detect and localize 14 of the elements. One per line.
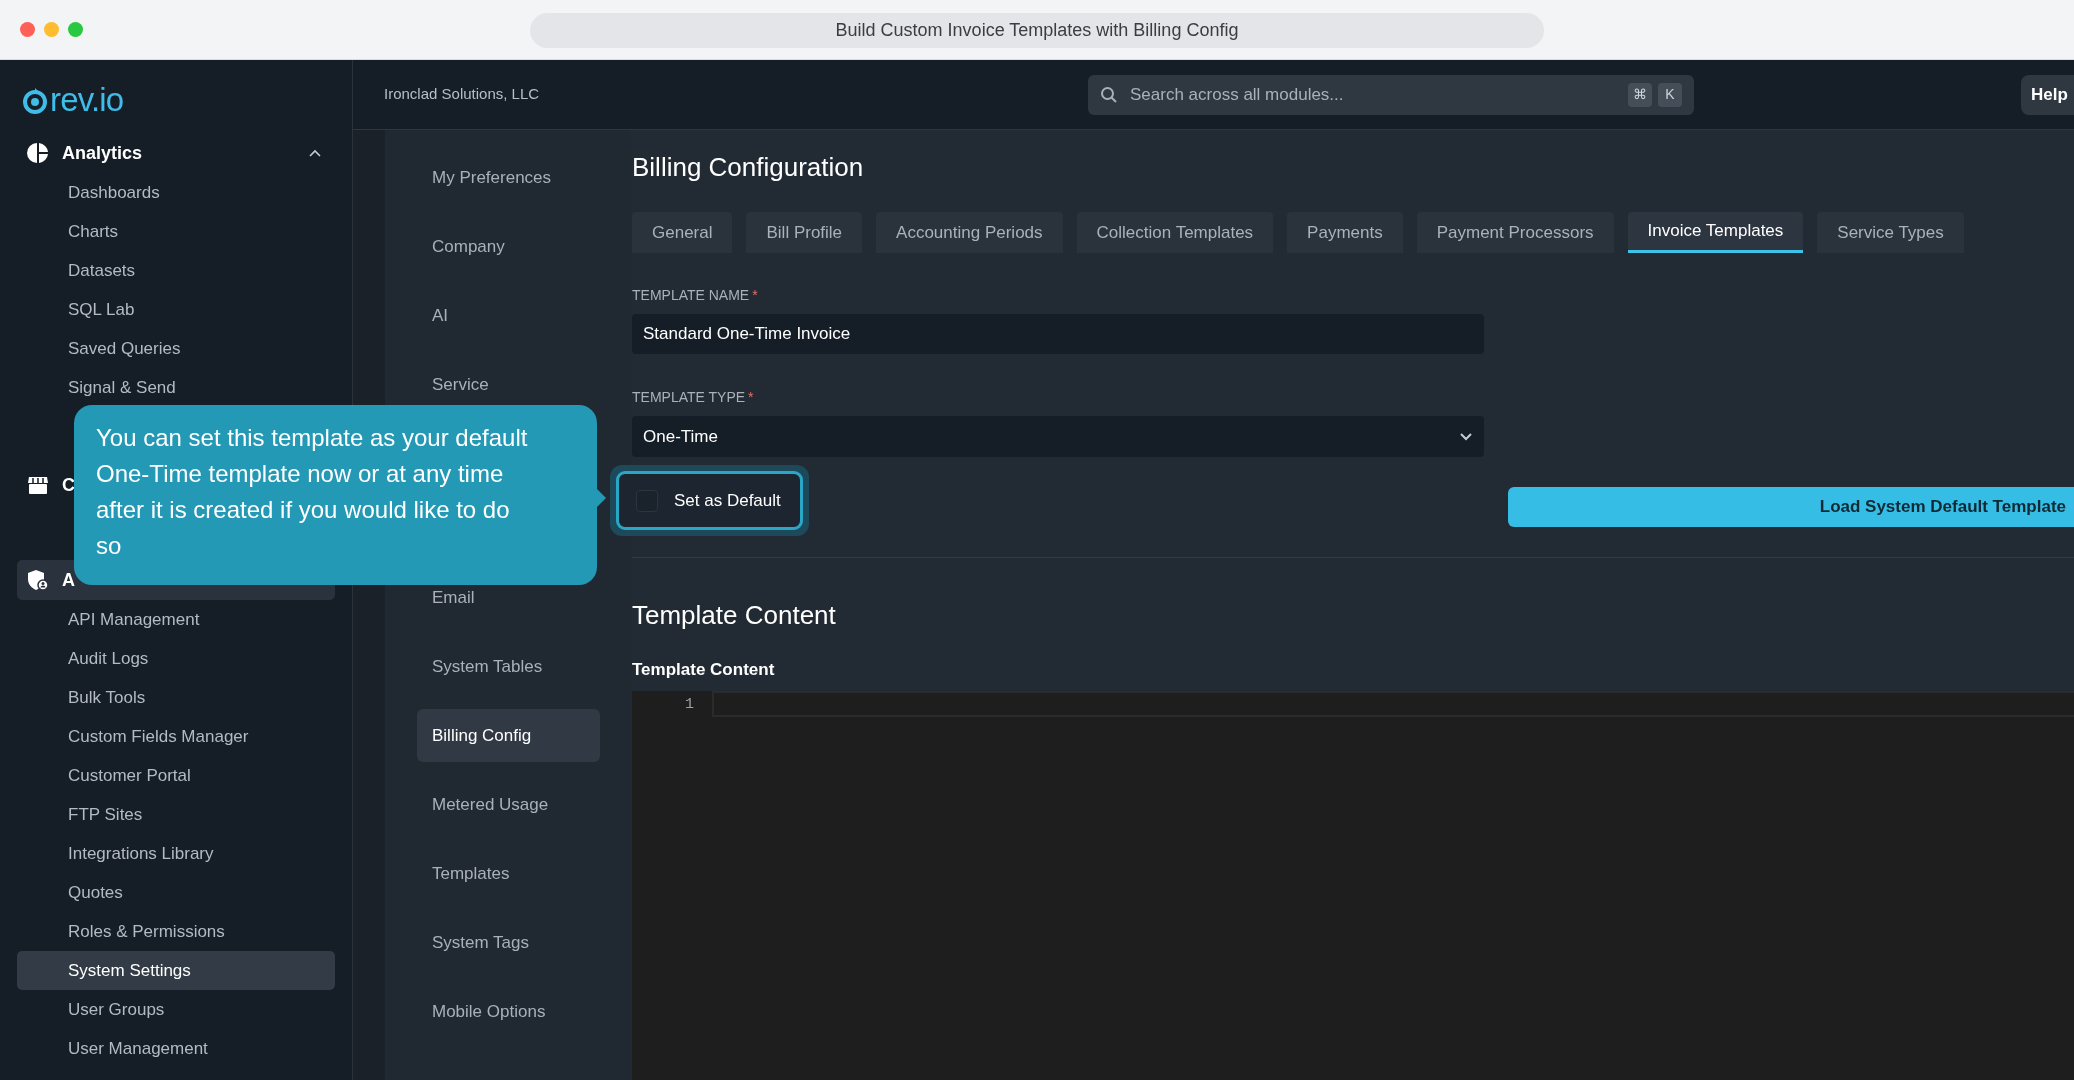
- field-label: TEMPLATE NAME: [632, 286, 750, 305]
- editor-label: Template Content: [632, 659, 776, 681]
- required-mark: *: [748, 388, 754, 407]
- line-number: 1: [684, 694, 694, 715]
- required-mark: *: [752, 286, 758, 305]
- page-title: Billing Configuration: [632, 151, 865, 184]
- section-title: Template Content: [632, 599, 837, 632]
- logo-text: rev.io: [50, 82, 124, 116]
- company-name: Ironclad Solutions, LLC: [384, 84, 540, 105]
- shortcut-key: ⌘: [1628, 82, 1652, 107]
- shortcut-key: K: [1658, 82, 1682, 107]
- tooltip: You can set this template as your default One-Time template now or at any time after it is created if you would like to do so: [74, 405, 597, 585]
- window-title: Build Custom Invoice Templates with Billing Config: [530, 13, 1544, 48]
- field-label: TEMPLATE TYPE: [632, 388, 746, 407]
